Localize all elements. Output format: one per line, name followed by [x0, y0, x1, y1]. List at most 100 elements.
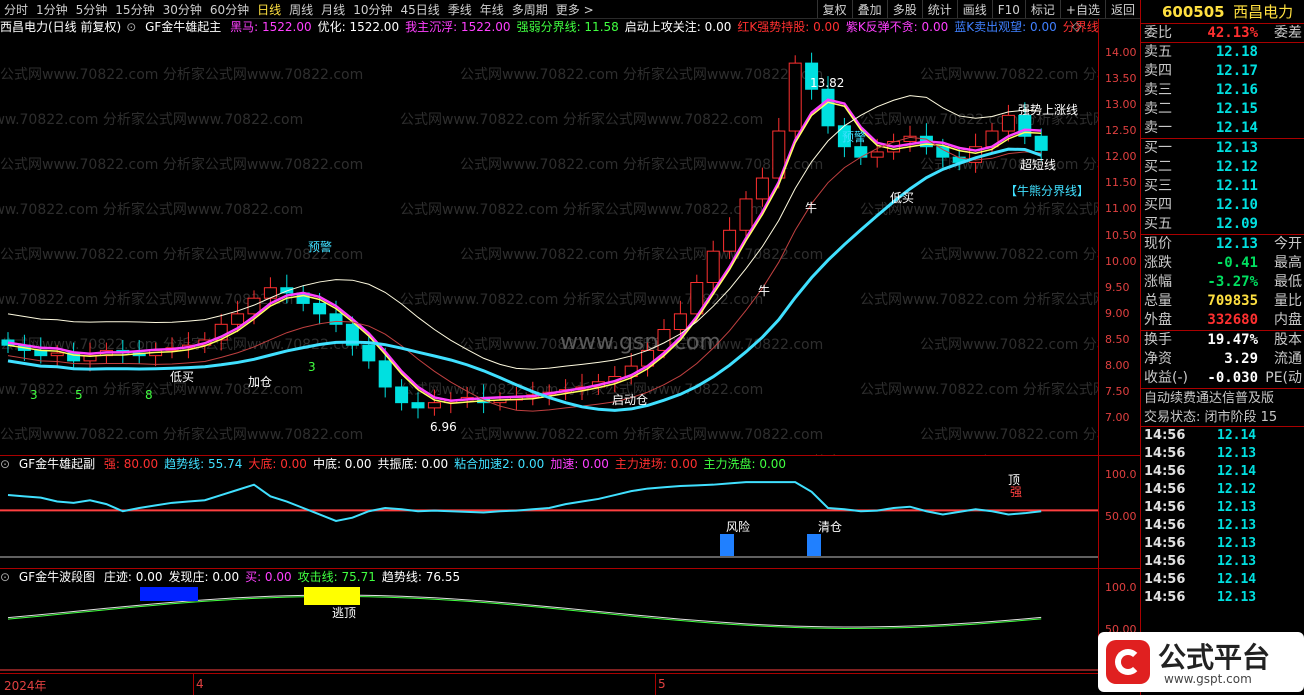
tool-button-4[interactable]: 画线	[956, 0, 992, 18]
price-tick: 14.00	[1105, 45, 1137, 59]
jiacang-label: 加仓	[248, 375, 272, 389]
tool-button-7[interactable]: +自选	[1059, 0, 1105, 18]
candle-body	[1001, 114, 1015, 132]
stats-right-label: 内盘	[1274, 312, 1302, 328]
price-tick: 8.50	[1105, 332, 1130, 346]
asks-row: 卖四 12.17	[1141, 62, 1304, 81]
tick-row: 14:56 12.13	[1141, 535, 1304, 553]
period-tab-5[interactable]: 60分钟	[206, 0, 253, 18]
price-tick: 7.00	[1105, 411, 1130, 425]
stats-value: 709835	[1207, 293, 1258, 309]
stock-name: 西昌电力	[1233, 3, 1294, 21]
price-tick: 9.50	[1105, 280, 1130, 294]
period-tab-11[interactable]: 季线	[444, 0, 476, 18]
tool-button-2[interactable]: 多股	[886, 0, 922, 18]
period-tab-14[interactable]: 更多 >	[552, 0, 598, 18]
sub2-plot[interactable]: 逃顶	[0, 569, 1098, 674]
tick-list[interactable]: 14:56 12.14 14:56 12.13 14:56 12.14 14:56 12.12…	[1141, 427, 1304, 607]
watermark-text: 公式网www.70822.com 分析家公式网www.70822.com	[0, 426, 363, 443]
sub2-axis-100: 100.0	[1105, 581, 1137, 594]
strong-label: 强	[1010, 485, 1022, 499]
stock-code: 600505	[1162, 3, 1225, 21]
candlestick-chart[interactable]: 公式网www.70822.com 分析家公式网www.70822.com 公式网w…	[0, 19, 1098, 455]
time-label-year: 2024年	[4, 679, 47, 693]
weibi-value: 42.13%	[1207, 25, 1258, 41]
asks-label: 卖二	[1144, 101, 1172, 117]
sub-chart-1[interactable]: ⊙ GF金牛雄起副 强: 80.00 趋势线: 55.74 大底: 0.00 中底: …	[0, 455, 1140, 569]
yujing-label-2: 预警	[842, 129, 866, 144]
quote-panel: 600505 西昌电力 委比 42.13% 委差 卖五 12.18 卖四 12.17 卖…	[1140, 0, 1304, 695]
tool-button-6[interactable]: 标记	[1024, 0, 1060, 18]
tick-row: 14:56 12.14	[1141, 427, 1304, 445]
notice-text[interactable]: 自动续费通达信普及版	[1141, 389, 1304, 408]
tool-button-5[interactable]: F10	[991, 0, 1025, 18]
sub1-plot[interactable]: 风险 清仓顶强	[0, 456, 1098, 569]
period-tab-7[interactable]: 周线	[285, 0, 317, 18]
tool-button-1[interactable]: 叠加	[851, 0, 887, 18]
high-price-label: 13.82	[810, 76, 844, 90]
quote-stats: 现价 12.13 今开 涨跌 -0.41 最高 涨幅 -3.27% 最低 总量 709835 量比 外盘…	[1141, 235, 1304, 330]
price-tick: 7.50	[1105, 385, 1130, 399]
price-tick: 8.00	[1105, 359, 1130, 373]
tick-time: 14:56	[1144, 554, 1186, 569]
tick-time: 14:56	[1144, 464, 1186, 479]
tick-time: 14:56	[1144, 590, 1186, 605]
stats2-right-label: 流通	[1274, 351, 1302, 367]
price-tick: 13.00	[1105, 97, 1137, 111]
bids-label: 买四	[1144, 197, 1172, 213]
period-tab-1[interactable]: 1分钟	[32, 0, 72, 18]
candle-body	[411, 402, 425, 409]
main-chart[interactable]: 西昌电力(日线 前复权) ⊙ GF金牛雄起主 黑马: 1522.00 优化: 152…	[0, 19, 1140, 455]
stats2-value: -0.030	[1207, 370, 1258, 386]
stats-value: 332680	[1207, 312, 1258, 328]
price-tick: 9.00	[1105, 306, 1130, 320]
period-tab-0[interactable]: 分时	[0, 0, 32, 18]
tick-time: 14:56	[1144, 518, 1186, 533]
price-axis: 14.00 13.50 13.00 12.50 12.00 11.50 11.00 10.50…	[1098, 19, 1140, 455]
candle-body	[821, 88, 835, 127]
asks-label: 卖五	[1144, 44, 1172, 60]
tick-row: 14:56 12.14	[1141, 463, 1304, 481]
sub-chart-2[interactable]: ⊙ GF金牛波段图 庄迹: 0.00 发现庄: 0.00 买: 0.00 攻击线: 7…	[0, 568, 1140, 674]
period-tab-2[interactable]: 5分钟	[72, 0, 112, 18]
time-divider	[193, 674, 194, 695]
candle-body	[706, 250, 720, 284]
period-tab-8[interactable]: 月线	[317, 0, 349, 18]
stats-right-label: 量比	[1274, 293, 1302, 309]
price-tick: 12.00	[1105, 150, 1137, 164]
stats-right-label: 最高	[1274, 255, 1302, 271]
period-tab-13[interactable]: 多周期	[508, 0, 552, 18]
asks-price: 12.16	[1215, 82, 1258, 98]
stats-row: 现价 12.13 今开	[1141, 235, 1304, 254]
tick-price: 12.13	[1217, 518, 1257, 533]
candle-body	[854, 146, 868, 158]
watermark-text: 公式网www.70822.com 分析家公式网www.70822.com	[460, 426, 823, 443]
num-label-3: 3	[30, 388, 38, 402]
tick-row: 14:56 12.13	[1141, 589, 1304, 607]
watermark-text: 公式网www.70822.com 分析家公式网www.70822.com	[460, 156, 823, 173]
tool-button-0[interactable]: 复权	[816, 0, 852, 18]
period-tab-9[interactable]: 10分钟	[349, 0, 396, 18]
period-tab-4[interactable]: 30分钟	[159, 0, 206, 18]
candle-body	[50, 352, 64, 357]
candle-body	[1034, 135, 1048, 151]
tick-time: 14:56	[1144, 428, 1186, 443]
num-label-3b: 3	[308, 360, 316, 374]
tool-button-8[interactable]: 返回	[1104, 0, 1140, 18]
bids-label: 买一	[1144, 140, 1172, 156]
bids-row: 买五 12.09	[1141, 215, 1304, 234]
period-tab-12[interactable]: 年线	[476, 0, 508, 18]
stats2-label: 净资	[1144, 351, 1172, 367]
tick-time: 14:56	[1144, 500, 1186, 515]
stats2-row: 换手 19.47% 股本	[1141, 331, 1304, 350]
period-tab-3[interactable]: 15分钟	[111, 0, 158, 18]
watermark-text: 公式网www.70822.com 分析家公式网www.70822.com	[0, 201, 303, 218]
bull-bear-line	[7, 147, 1042, 412]
price-tick: 11.50	[1105, 176, 1137, 190]
period-tab-6[interactable]: 日线	[253, 0, 285, 18]
stats2-label: 换手	[1144, 332, 1172, 348]
tick-price: 12.13	[1217, 590, 1257, 605]
super-short-label: 超短线	[1020, 157, 1056, 172]
period-tab-10[interactable]: 45日线	[396, 0, 443, 18]
tool-button-3[interactable]: 统计	[921, 0, 957, 18]
